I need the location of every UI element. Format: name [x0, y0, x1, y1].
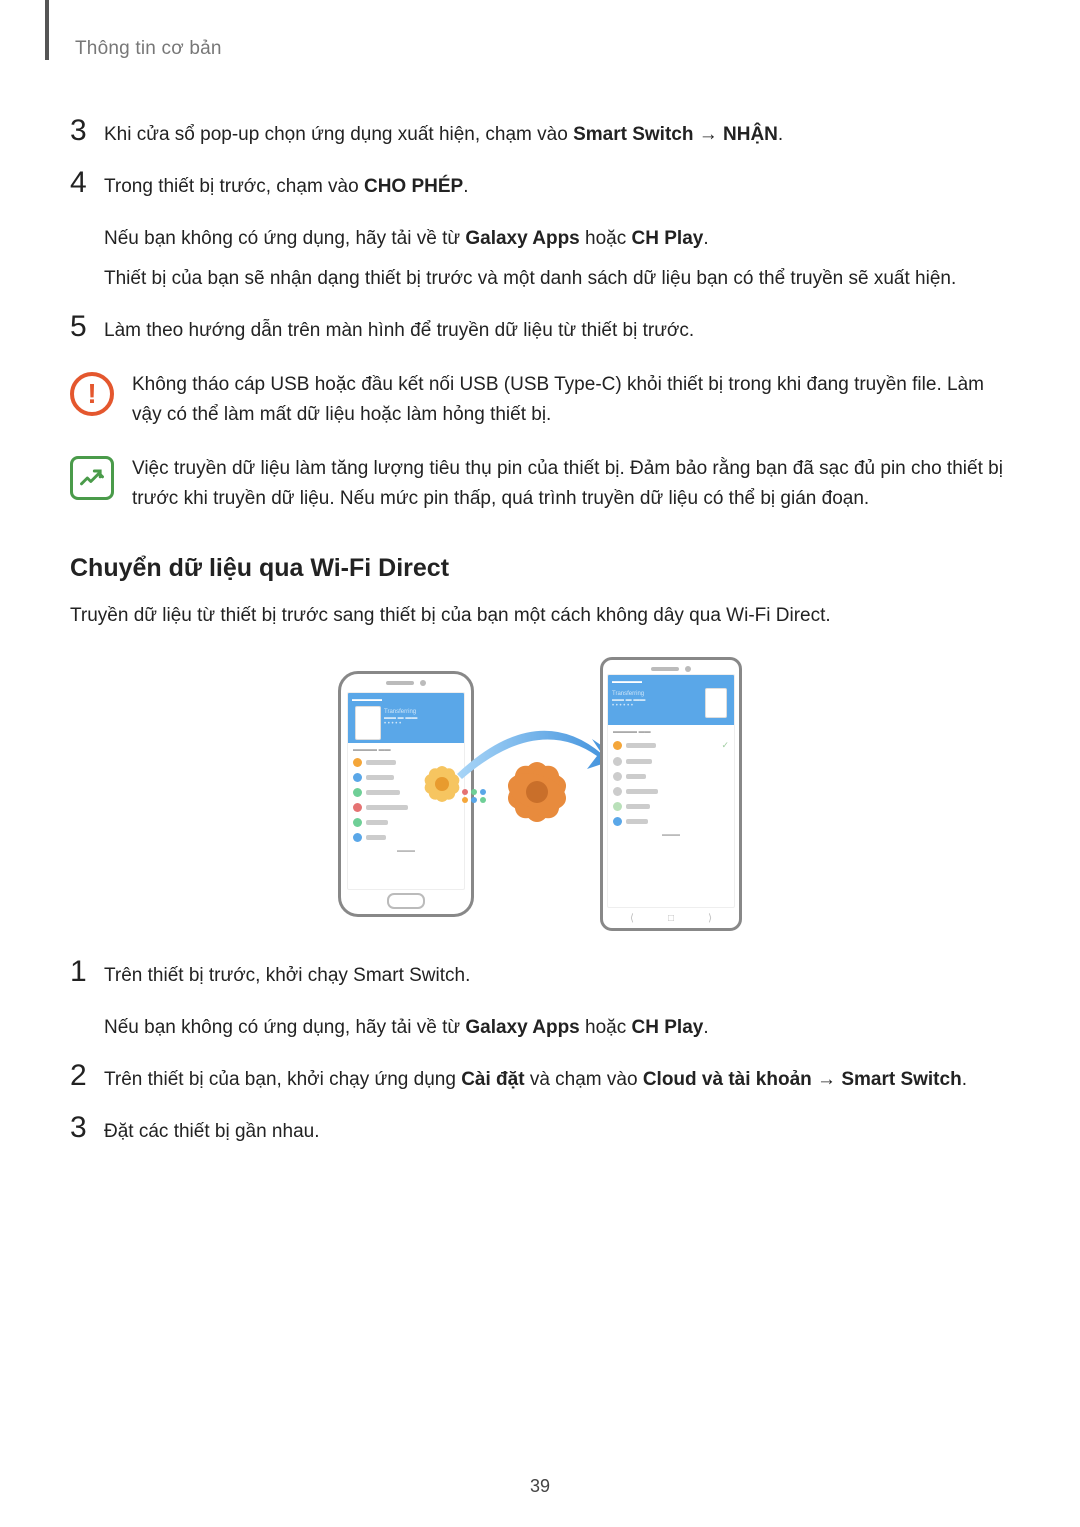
page-header: Thông tin cơ bản [75, 38, 1010, 60]
step-text: Trong thiết bị trước, chạm vào CHO PHÉP. [104, 172, 1010, 202]
step-number: 1 [70, 957, 104, 987]
page-number: 39 [0, 1476, 1080, 1497]
header-accent-line [45, 0, 49, 60]
step-number: 3 [70, 1113, 104, 1143]
wifi-direct-illustration: ▬▬▬▬▬ Transferring▬▬ ▬ ▬▬• • • • • ▬▬▬▬ … [70, 657, 1010, 931]
upper-step-3: 3Khi cửa sổ pop-up chọn ứng dụng xuất hi… [70, 120, 1010, 150]
tip-note: Việc truyền dữ liệu làm tăng lượng tiêu … [70, 454, 1010, 514]
lower-step-1: 1Trên thiết bị trước, khởi chạy Smart Sw… [70, 961, 1010, 991]
upper-step-4: 4Trong thiết bị trước, chạm vào CHO PHÉP… [70, 172, 1010, 202]
step-paragraph: Nếu bạn không có ứng dụng, hãy tải về từ… [104, 224, 1010, 254]
upper-step-5: 5Làm theo hướng dẫn trên màn hình để tru… [70, 316, 1010, 346]
step-number: 2 [70, 1061, 104, 1091]
warning-icon: ! [70, 372, 114, 416]
step-text: Trên thiết bị của bạn, khởi chạy ứng dụn… [104, 1065, 1010, 1095]
note-text: Việc truyền dữ liệu làm tăng lượng tiêu … [132, 454, 1010, 514]
step-text: Làm theo hướng dẫn trên màn hình để truy… [104, 316, 1010, 346]
tip-icon [70, 456, 114, 500]
phone-new-device: ▬▬▬▬▬ Transferring▬▬ ▬ ▬▬• • • • • • ▬▬▬… [600, 657, 742, 931]
step-text: Trên thiết bị trước, khởi chạy Smart Swi… [104, 961, 1010, 991]
section-intro: Truyền dữ liệu từ thiết bị trước sang th… [70, 601, 1010, 631]
transfer-arrow-graphic [462, 714, 612, 874]
section-heading-wifi: Chuyển dữ liệu qua Wi-Fi Direct [70, 554, 1010, 583]
warning-note: ! Không tháo cáp USB hoặc đầu kết nối USB… [70, 370, 1010, 430]
step-text: Khi cửa sổ pop-up chọn ứng dụng xuất hiệ… [104, 120, 1010, 150]
step-number: 5 [70, 312, 104, 342]
step-paragraph: Thiết bị của bạn sẽ nhận dạng thiết bị t… [104, 264, 1010, 294]
lower-step-3: 3Đặt các thiết bị gần nhau. [70, 1117, 1010, 1147]
lower-step-2: 2Trên thiết bị của bạn, khởi chạy ứng dụ… [70, 1065, 1010, 1095]
step-number: 4 [70, 168, 104, 198]
step-number: 3 [70, 116, 104, 146]
step-text: Đặt các thiết bị gần nhau. [104, 1117, 1010, 1147]
step-paragraph: Nếu bạn không có ứng dụng, hãy tải về từ… [104, 1013, 1010, 1043]
note-text: Không tháo cáp USB hoặc đầu kết nối USB … [132, 370, 1010, 430]
